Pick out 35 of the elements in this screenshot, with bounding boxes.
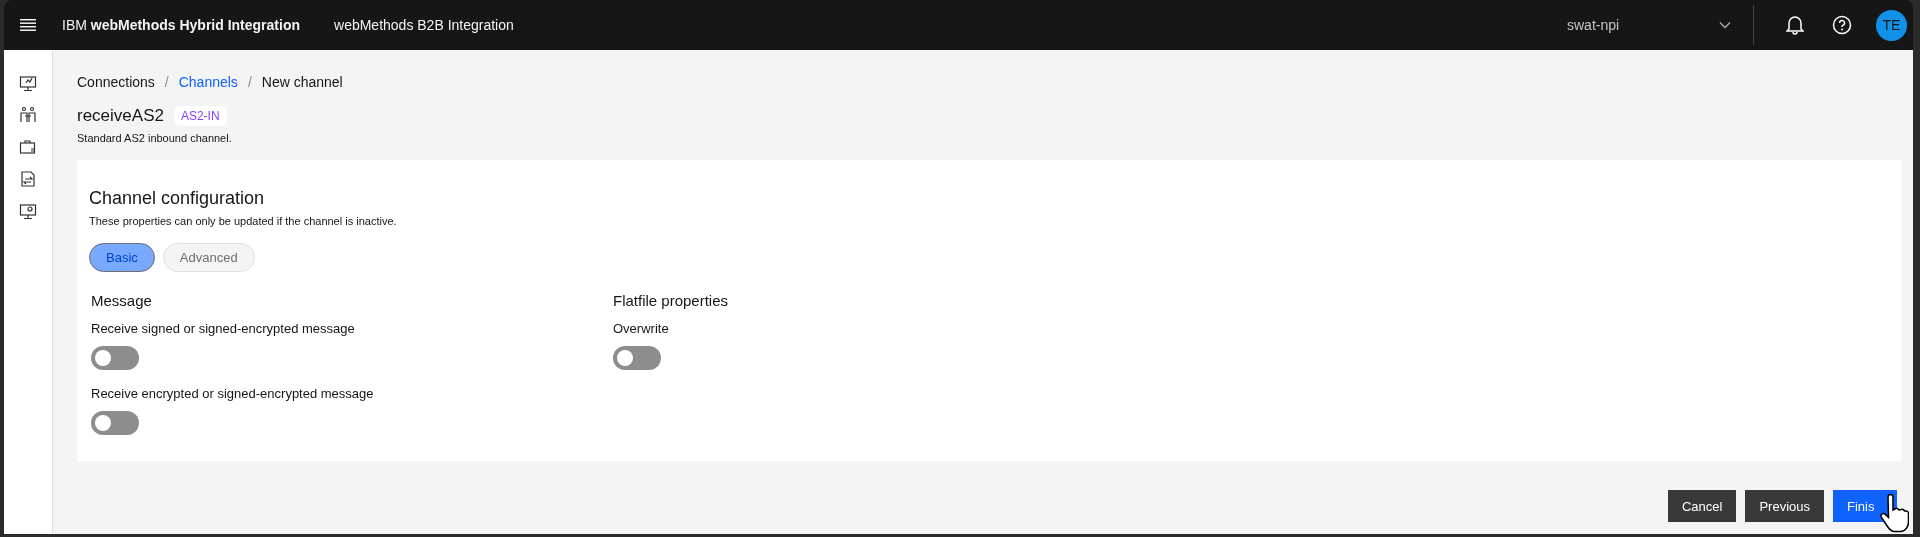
tab[interactable]: Advanced (162, 243, 255, 272)
page-title: receiveAS2 (77, 106, 164, 126)
section-title: Flatfile properties (613, 292, 730, 309)
page-description: Standard AS2 inbound channel. (77, 132, 233, 144)
toggle-label: Overwrite (613, 321, 670, 336)
notification-bell-icon[interactable] (1786, 15, 1804, 35)
exchange-icon[interactable] (19, 170, 37, 188)
card-subtitle: These properties can only be updated if the channel is inactive. (89, 215, 398, 227)
user-avatar[interactable]: TE (1876, 9, 1907, 41)
toggle-switch[interactable] (91, 346, 139, 370)
monitor-icon[interactable] (19, 74, 37, 92)
product-name[interactable]: IBM webMethods Hybrid Integration (62, 17, 300, 33)
toggle-label: Receive signed or signed-encrypted message (91, 321, 356, 336)
channel-type-tag: AS2-IN (173, 106, 227, 126)
toggle-switch[interactable] (613, 346, 661, 370)
partners-icon[interactable] (19, 106, 37, 124)
chevron-down-icon[interactable] (1719, 21, 1731, 29)
toggle-label: Receive encrypted or signed-encrypted message (91, 386, 375, 401)
breadcrumb-separator: / (164, 74, 169, 90)
toggle-switch[interactable] (91, 411, 139, 435)
section-title: Message (91, 292, 153, 309)
help-icon[interactable] (1832, 15, 1852, 35)
breadcrumb-separator: / (247, 74, 252, 90)
breadcrumb-link[interactable]: Channels (178, 74, 238, 90)
settings-icon[interactable] (19, 202, 37, 220)
breadcrumb-item: New channel (261, 74, 343, 90)
breadcrumb-item: Connections (77, 74, 155, 90)
secondary-button[interactable]: Previous (1745, 490, 1824, 522)
menu-icon[interactable] (20, 18, 36, 32)
tab[interactable]: Basic (89, 243, 155, 272)
secondary-button[interactable]: Cancel (1667, 490, 1737, 522)
app-name: webMethods B2B Integration (334, 17, 514, 33)
card-title: Channel configuration (89, 188, 266, 209)
tenant-dropdown[interactable]: swat-npi (1567, 17, 1747, 33)
briefcase-icon[interactable] (19, 138, 37, 156)
